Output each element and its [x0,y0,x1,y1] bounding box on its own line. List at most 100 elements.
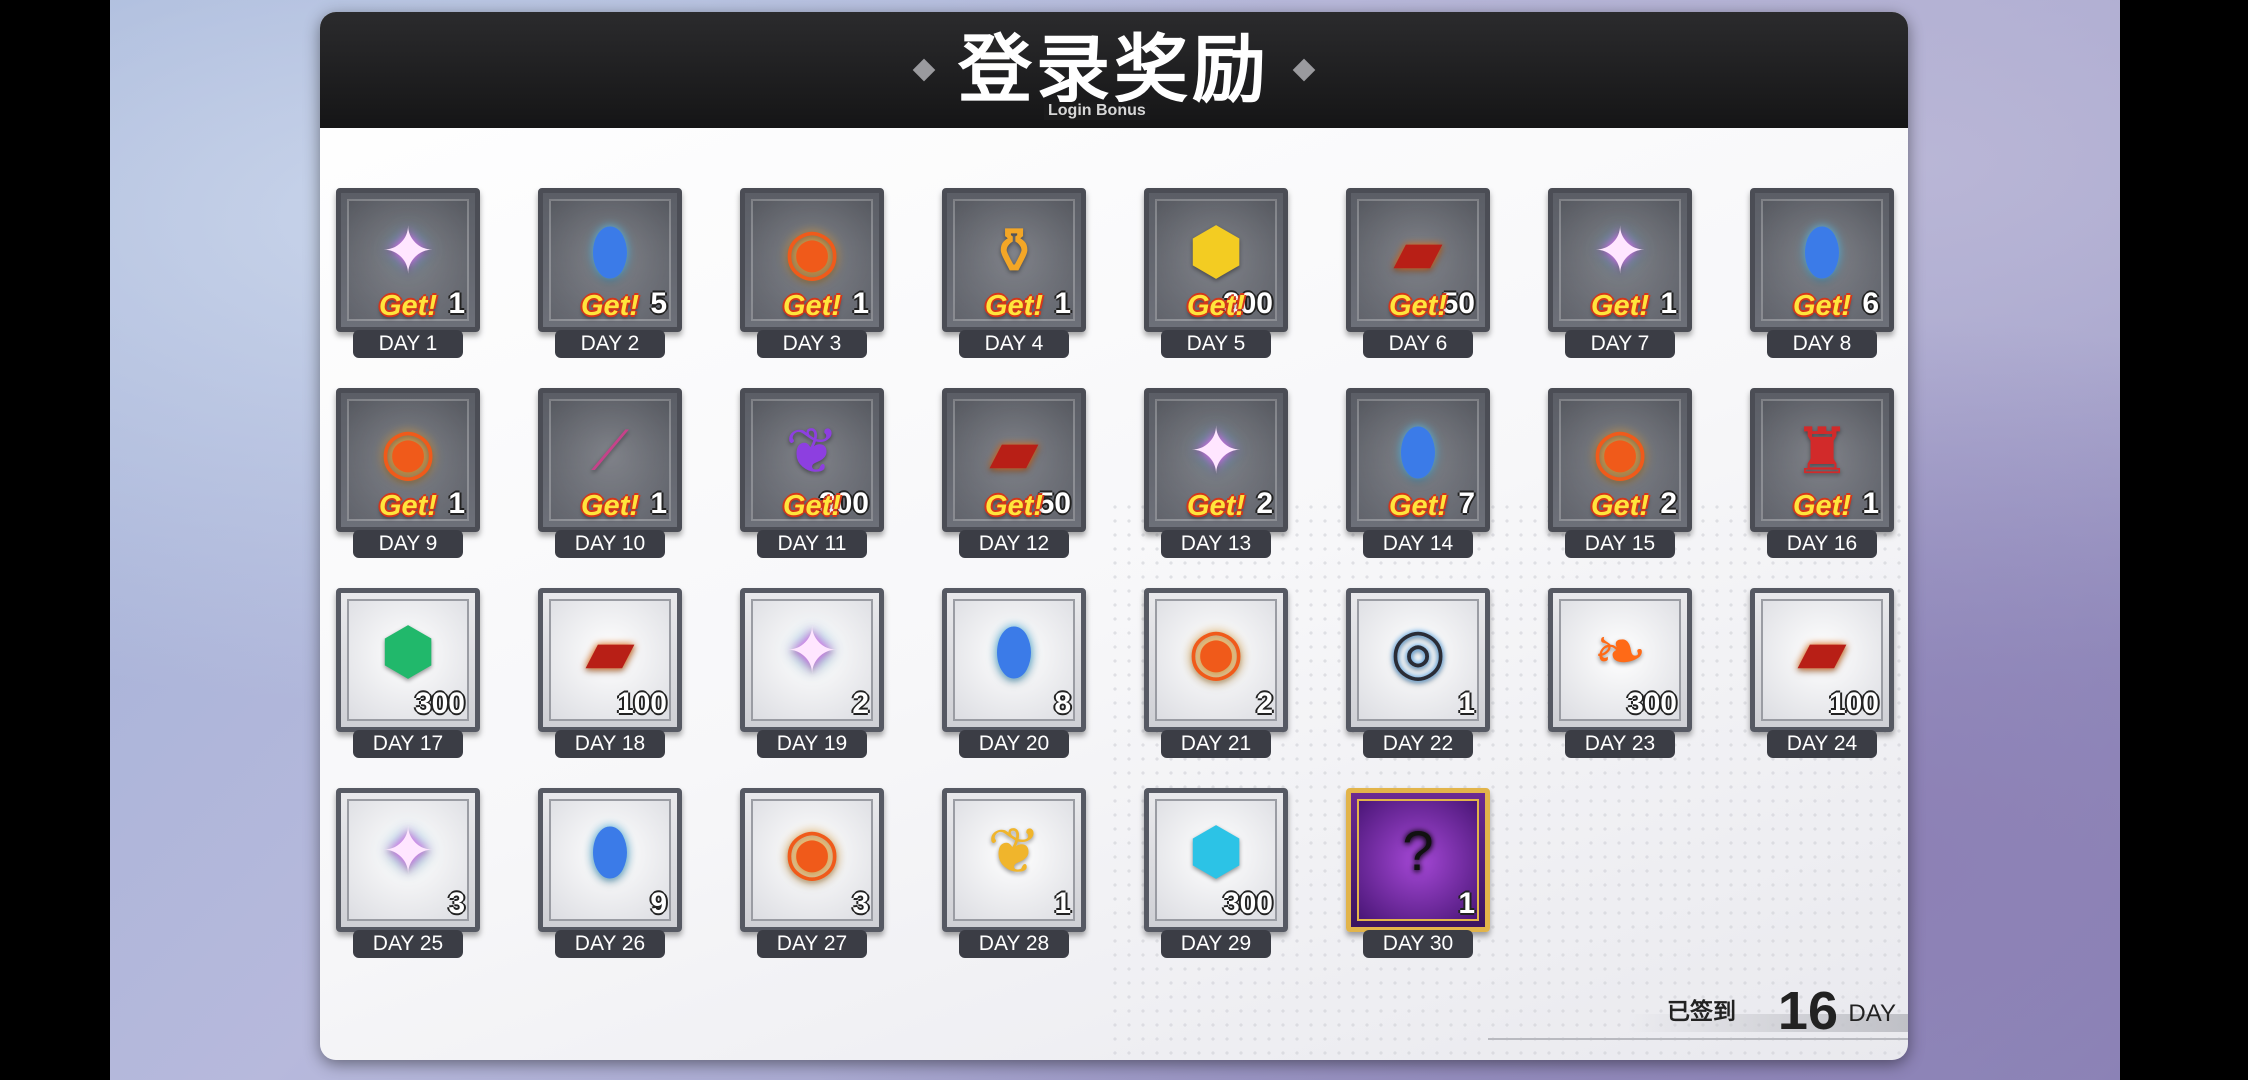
reward-cell-day-3[interactable]: ◉ 1 Get! DAY 3 [740,188,884,364]
reward-cell-day-26[interactable]: ⬮ 9 DAY 26 [538,788,682,964]
reward-frame: ⬮ 6 Get! [1750,188,1894,332]
claimed-badge: Get! [1793,290,1851,322]
claimed-badge: Get! [783,490,841,522]
reward-frame: ◉ 2 [1144,588,1288,732]
day-label: DAY 2 [555,330,665,358]
fire-orb-icon: ◉ [784,215,840,287]
reward-frame: ✦ 2 [740,588,884,732]
day-label: DAY 25 [353,930,463,958]
reward-cell-day-10[interactable]: ⟋ 1 Get! DAY 10 [538,388,682,564]
reward-cell-day-25[interactable]: ✦ 3 DAY 25 [336,788,480,964]
reward-cell-day-15[interactable]: ◉ 2 Get! DAY 15 [1548,388,1692,564]
reward-cell-day-28[interactable]: ❦ 1 DAY 28 [942,788,1086,964]
reward-cell-day-24[interactable]: ▰ 100 DAY 24 [1750,588,1894,764]
reward-quantity: 300 [414,687,465,720]
reward-quantity: 1 [1458,887,1475,920]
reward-cell-day-18[interactable]: ▰ 100 DAY 18 [538,588,682,764]
rainbow-star-icon: ✦ [1189,415,1243,487]
reward-frame: ⟋ 1 Get! [538,388,682,532]
reward-quantity: 2 [1256,687,1273,720]
day-label: DAY 13 [1161,530,1271,558]
lava-chest-icon: ▰ [989,415,1039,487]
fire-feather-icon: ❧ [1593,615,1647,687]
golden-wing-icon: ❦ [987,815,1041,887]
blue-crystal-icon: ⬮ [1801,215,1843,287]
reward-cell-day-27[interactable]: ◉ 3 DAY 27 [740,788,884,964]
claimed-badge: Get! [1389,290,1447,322]
reward-frame: ▰ 100 [538,588,682,732]
reward-cell-day-2[interactable]: ⬮ 5 Get! DAY 2 [538,188,682,364]
reward-quantity: 300 [1222,887,1273,920]
reward-quantity: 3 [852,887,869,920]
reward-cell-day-7[interactable]: ✦ 1 Get! DAY 7 [1548,188,1692,364]
signed-in-unit: DAY [1848,1000,1896,1027]
blue-crystal-icon: ⬮ [589,215,631,287]
reward-cell-day-21[interactable]: ◉ 2 DAY 21 [1144,588,1288,764]
day-label: DAY 26 [555,930,665,958]
lava-chest-icon: ▰ [585,615,635,687]
reward-cell-day-6[interactable]: ▰ 50 Get! DAY 6 [1346,188,1490,364]
reward-frame: ✦ 1 Get! [336,188,480,332]
reward-cell-day-14[interactable]: ⬮ 7 Get! DAY 14 [1346,388,1490,564]
reward-cell-day-4[interactable]: ⚱ 1 Get! DAY 4 [942,188,1086,364]
claimed-badge: Get! [379,490,437,522]
reward-cell-day-16[interactable]: ♜ 1 Get! DAY 16 [1750,388,1894,564]
reward-cell-day-12[interactable]: ▰ 50 Get! DAY 12 [942,388,1086,564]
claimed-badge: Get! [581,490,639,522]
reward-cell-day-19[interactable]: ✦ 2 DAY 19 [740,588,884,764]
day-label: DAY 15 [1565,530,1675,558]
fire-orb-icon: ◉ [784,815,840,887]
reward-frame: ◉ 3 [740,788,884,932]
day-label: DAY 21 [1161,730,1271,758]
reward-cell-day-13[interactable]: ✦ 2 Get! DAY 13 [1144,388,1288,564]
reward-frame: ⬢ 300 Get! [1144,188,1288,332]
reward-frame: ✦ 2 Get! [1144,388,1288,532]
reward-frame: ✦ 3 [336,788,480,932]
day-label: DAY 16 [1767,530,1877,558]
reward-quantity: 2 [852,687,869,720]
reward-frame: ⚱ 1 Get! [942,188,1086,332]
reward-cell-day-8[interactable]: ⬮ 6 Get! DAY 8 [1750,188,1894,364]
reward-cell-day-22[interactable]: ◎ 1 DAY 22 [1346,588,1490,764]
day-label: DAY 27 [757,930,867,958]
rainbow-star-icon: ✦ [785,615,839,687]
claimed-badge: Get! [1793,490,1851,522]
reward-cell-day-9[interactable]: ◉ 1 Get! DAY 9 [336,388,480,564]
claimed-badge: Get! [783,290,841,322]
reward-cell-day-11[interactable]: ❦ 300 Get! DAY 11 [740,388,884,564]
day-label: DAY 24 [1767,730,1877,758]
reward-quantity: 3 [448,887,465,920]
reward-frame: ✦ 1 Get! [1548,188,1692,332]
reward-frame: ⬮ 7 Get! [1346,388,1490,532]
reward-cell-day-1[interactable]: ✦ 1 Get! DAY 1 [336,188,480,364]
day-label: DAY 19 [757,730,867,758]
day-label: DAY 10 [555,530,665,558]
honey-jar-icon: ⚱ [987,215,1041,287]
purple-feather-icon: ❦ [785,415,839,487]
reward-cell-day-20[interactable]: ⬮ 8 DAY 20 [942,588,1086,764]
reward-frame: ◉ 2 Get! [1548,388,1692,532]
reward-cell-day-17[interactable]: ⬢ 300 DAY 17 [336,588,480,764]
rainbow-star-icon: ✦ [1593,215,1647,287]
claimed-badge: Get! [581,290,639,322]
day-label: DAY 22 [1363,730,1473,758]
reward-frame: ▰ 100 [1750,588,1894,732]
reward-cell-day-30[interactable]: ? 1 DAY 30 [1346,788,1490,964]
claimed-badge: Get! [1591,490,1649,522]
reward-frame: ⬢ 300 [1144,788,1288,932]
reward-frame: ⬢ 300 [336,588,480,732]
blue-crystal-icon: ⬮ [993,615,1035,687]
day-label: DAY 30 [1363,930,1473,958]
day-label: DAY 18 [555,730,665,758]
gold-ore-icon: ⬢ [1188,215,1244,287]
claimed-badge: Get! [1187,290,1245,322]
signed-in-label: 已签到 [1667,998,1736,1024]
day-label: DAY 28 [959,930,1069,958]
reward-cell-day-29[interactable]: ⬢ 300 DAY 29 [1144,788,1288,964]
reward-cell-day-23[interactable]: ❧ 300 DAY 23 [1548,588,1692,764]
cyan-ore-icon: ⬢ [1188,815,1244,887]
reward-frame: ? 1 [1346,788,1490,932]
reward-cell-day-5[interactable]: ⬢ 300 Get! DAY 5 [1144,188,1288,364]
day-label: DAY 4 [959,330,1069,358]
reward-frame: ▰ 50 Get! [1346,188,1490,332]
